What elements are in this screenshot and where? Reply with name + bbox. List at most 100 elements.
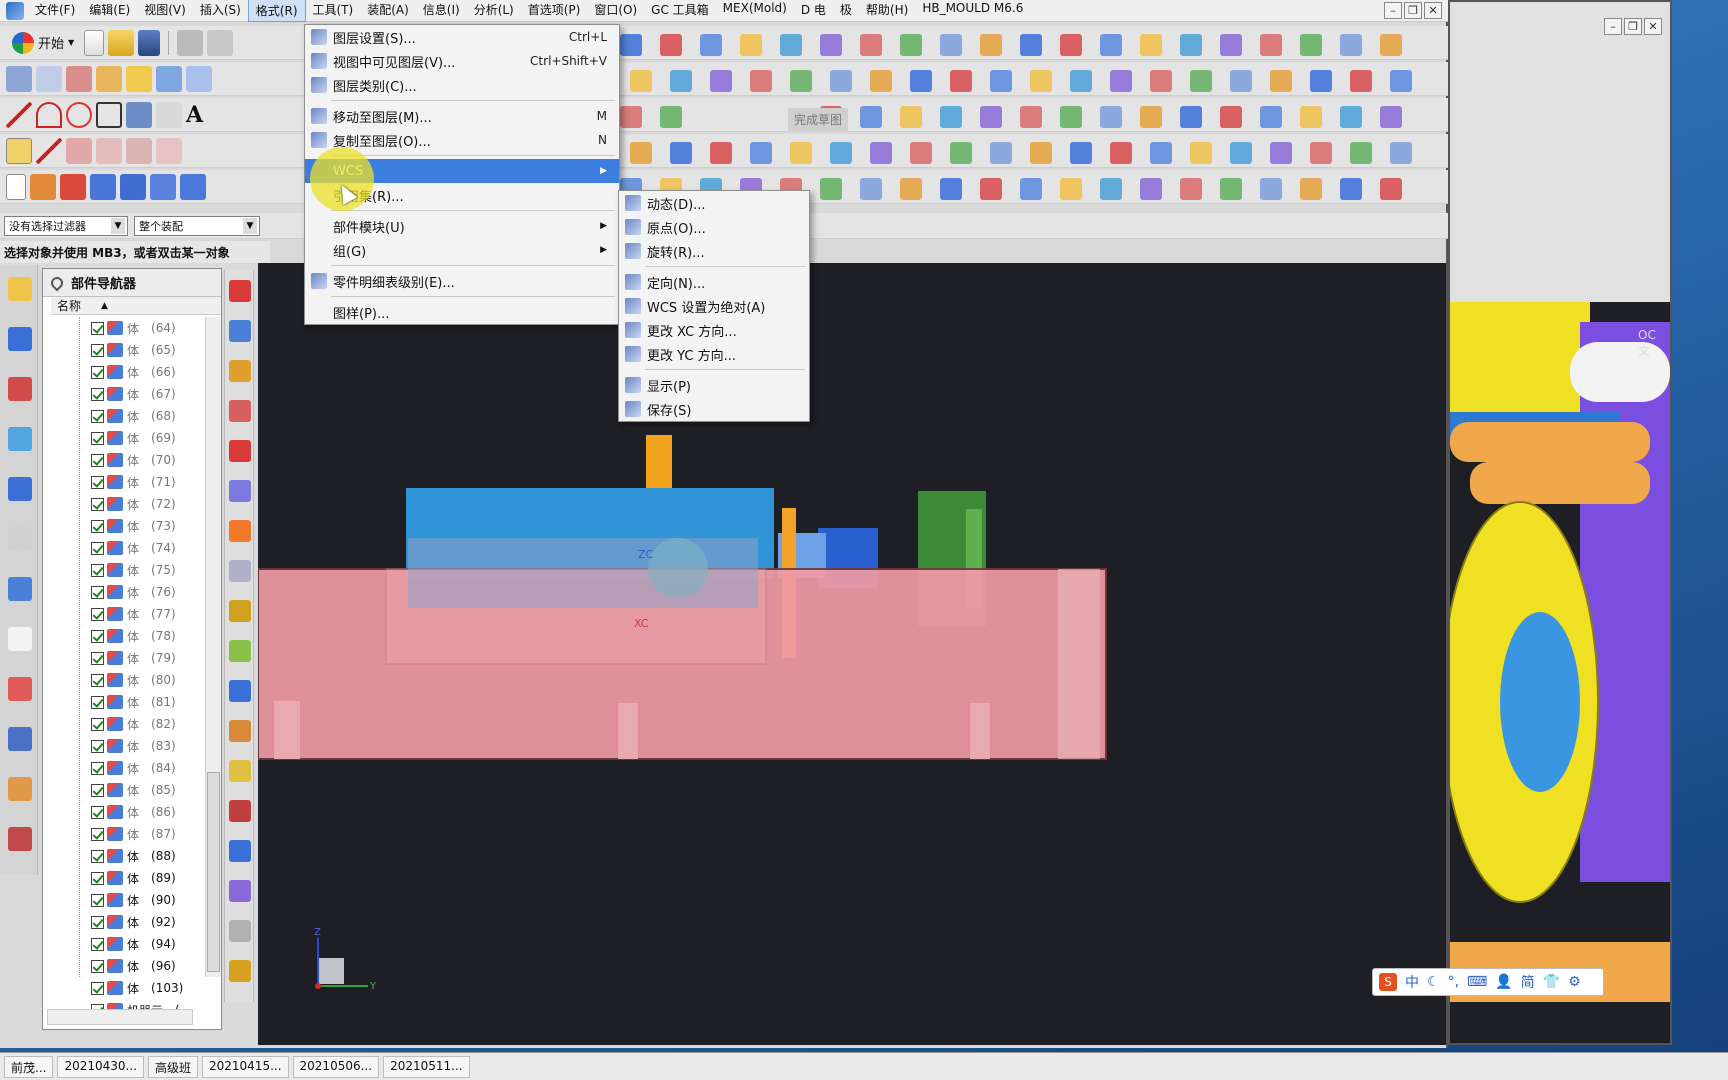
toolbar-icon[interactable]	[1150, 142, 1172, 164]
menu-item[interactable]: 移动至图层(M)... M	[305, 104, 619, 128]
toolbar-icon[interactable]	[1190, 70, 1212, 92]
menu-9[interactable]: 首选项(P)	[521, 0, 588, 22]
toolbar-icon[interactable]	[710, 70, 732, 92]
toolbar-icon[interactable]	[1380, 106, 1402, 128]
menu-item[interactable]: 保存(S)	[619, 397, 809, 421]
table-row[interactable]: 体 (90)	[43, 889, 193, 911]
win2-minimize-button[interactable]: –	[1604, 18, 1622, 35]
settings-icon[interactable]: ⚙	[1568, 974, 1581, 990]
nx-app-icon[interactable]	[6, 1, 24, 20]
menu-item[interactable]: 视图中可见图层(V)... Ctrl+Shift+V	[305, 49, 619, 73]
ime-toolbar[interactable]: S 中 ☾ °, ⌨ 👤 简 👕 ⚙	[1372, 968, 1604, 996]
visibility-checkbox[interactable]	[91, 849, 104, 863]
toolbar-icon[interactable]	[900, 106, 922, 128]
toolbar-icon[interactable]	[1260, 106, 1282, 128]
toolbar-icon[interactable]	[1220, 178, 1242, 200]
manufacturing-wizard-icon[interactable]	[8, 727, 32, 751]
menu-item[interactable]: 部件模块(U) ▶	[305, 214, 619, 238]
menu-item[interactable]: 图层设置(S)... Ctrl+L	[305, 25, 619, 49]
scroll-thumb[interactable]	[207, 772, 220, 972]
toolbar-icon[interactable]	[1060, 178, 1082, 200]
menu-7[interactable]: 信息(I)	[416, 0, 467, 22]
toolbar-icon[interactable]	[1340, 34, 1362, 56]
table-row[interactable]: 体 (69)	[43, 427, 193, 449]
visibility-checkbox[interactable]	[91, 981, 104, 995]
toolbar-icon[interactable]	[1270, 70, 1292, 92]
menu-item[interactable]: 旋转(R)...	[619, 239, 809, 263]
visibility-checkbox[interactable]	[91, 717, 104, 731]
menu-item[interactable]: 原点(O)...	[619, 215, 809, 239]
toolbar-icon[interactable]	[1110, 70, 1132, 92]
save-icon[interactable]	[138, 29, 161, 56]
toolbar-icon[interactable]	[1150, 70, 1172, 92]
mold-tool-icon[interactable]	[229, 440, 251, 462]
mold-tool-icon[interactable]	[229, 320, 251, 342]
toolbar-icon[interactable]	[1230, 70, 1252, 92]
menu-item[interactable]: 图样(P)...	[305, 300, 619, 324]
toolbar-icon[interactable]	[910, 70, 932, 92]
table-row[interactable]: 体 (66)	[43, 361, 193, 383]
menu-11[interactable]: GC 工具箱	[644, 0, 716, 22]
table-row[interactable]: 体 (74)	[43, 537, 193, 559]
toolbar-icon[interactable]	[820, 34, 842, 56]
mold-tool-icon[interactable]	[229, 560, 251, 582]
toolbar-icon[interactable]	[1270, 142, 1292, 164]
constraint-nav-icon[interactable]	[8, 327, 32, 351]
toolbar-icon[interactable]	[790, 142, 812, 164]
mold-tool-icon[interactable]	[229, 480, 251, 502]
face-icon[interactable]	[156, 65, 182, 92]
toolbar-icon[interactable]	[1030, 142, 1052, 164]
menu-item[interactable]: 动态(D)...	[619, 191, 809, 215]
visibility-checkbox[interactable]	[91, 343, 104, 357]
visibility-checkbox[interactable]	[91, 387, 104, 401]
mold-tool-icon[interactable]	[229, 720, 251, 742]
punctuation-icon[interactable]: °,	[1448, 974, 1459, 990]
menu-item[interactable]: 更改 YC 方向...	[619, 342, 809, 366]
toolbar-icon[interactable]	[1020, 178, 1042, 200]
table-row[interactable]: 体 (89)	[43, 867, 193, 889]
toolbar-icon[interactable]	[740, 34, 762, 56]
scope-filter-dropdown[interactable]: 整个装配 ▼	[134, 215, 260, 236]
toolbar-icon[interactable]	[900, 178, 922, 200]
menu-12[interactable]: MEX(Mold)	[716, 0, 794, 22]
visibility-checkbox[interactable]	[91, 431, 104, 445]
toolbar-icon[interactable]	[1340, 106, 1362, 128]
menu-3[interactable]: 插入(S)	[193, 0, 248, 22]
visibility-checkbox[interactable]	[91, 651, 104, 665]
toolbar-icon[interactable]	[750, 70, 772, 92]
menu-item[interactable]: 定向(N)...	[619, 270, 809, 294]
toolbar-icon[interactable]	[990, 70, 1012, 92]
win2-restore-button[interactable]: ❐	[1624, 18, 1642, 35]
visibility-checkbox[interactable]	[91, 959, 104, 973]
close-button[interactable]: ✕	[1424, 2, 1442, 19]
toolbar-icon[interactable]	[1070, 142, 1092, 164]
mold-tool-icon[interactable]	[229, 960, 251, 982]
table-row[interactable]: 体 (88)	[43, 845, 193, 867]
visibility-checkbox[interactable]	[91, 629, 104, 643]
mold-tool-icon[interactable]	[229, 640, 251, 662]
visibility-checkbox[interactable]	[91, 871, 104, 885]
menu-13[interactable]: D 电	[794, 0, 833, 22]
toolbar-icon[interactable]	[1260, 178, 1282, 200]
visibility-checkbox[interactable]	[91, 937, 104, 951]
toolbar-icon[interactable]	[900, 34, 922, 56]
taskbar-item[interactable]: 20210511...	[383, 1055, 470, 1078]
win2-close-button[interactable]: ✕	[1644, 18, 1662, 35]
toolbar-icon[interactable]	[870, 142, 892, 164]
polygon-icon[interactable]	[126, 101, 152, 128]
taskbar-item[interactable]: 20210506...	[292, 1055, 380, 1078]
block-icon[interactable]	[90, 173, 116, 200]
toolbar-icon[interactable]	[670, 70, 692, 92]
toolbar-icon[interactable]	[1100, 106, 1122, 128]
toolbar-icon[interactable]	[940, 34, 962, 56]
toolbar-icon[interactable]	[1140, 34, 1162, 56]
toolbar-icon[interactable]	[620, 106, 642, 128]
toolbar-icon[interactable]	[820, 178, 842, 200]
menu-2[interactable]: 视图(V)	[137, 0, 193, 22]
blank-sheet-icon[interactable]	[6, 173, 26, 200]
mold-tool-icon[interactable]	[229, 840, 251, 862]
roles-icon[interactable]	[8, 777, 32, 801]
toolbar-icon[interactable]	[980, 34, 1002, 56]
table-row[interactable]: 体 (65)	[43, 339, 193, 361]
toolbar-icon[interactable]	[1030, 70, 1052, 92]
